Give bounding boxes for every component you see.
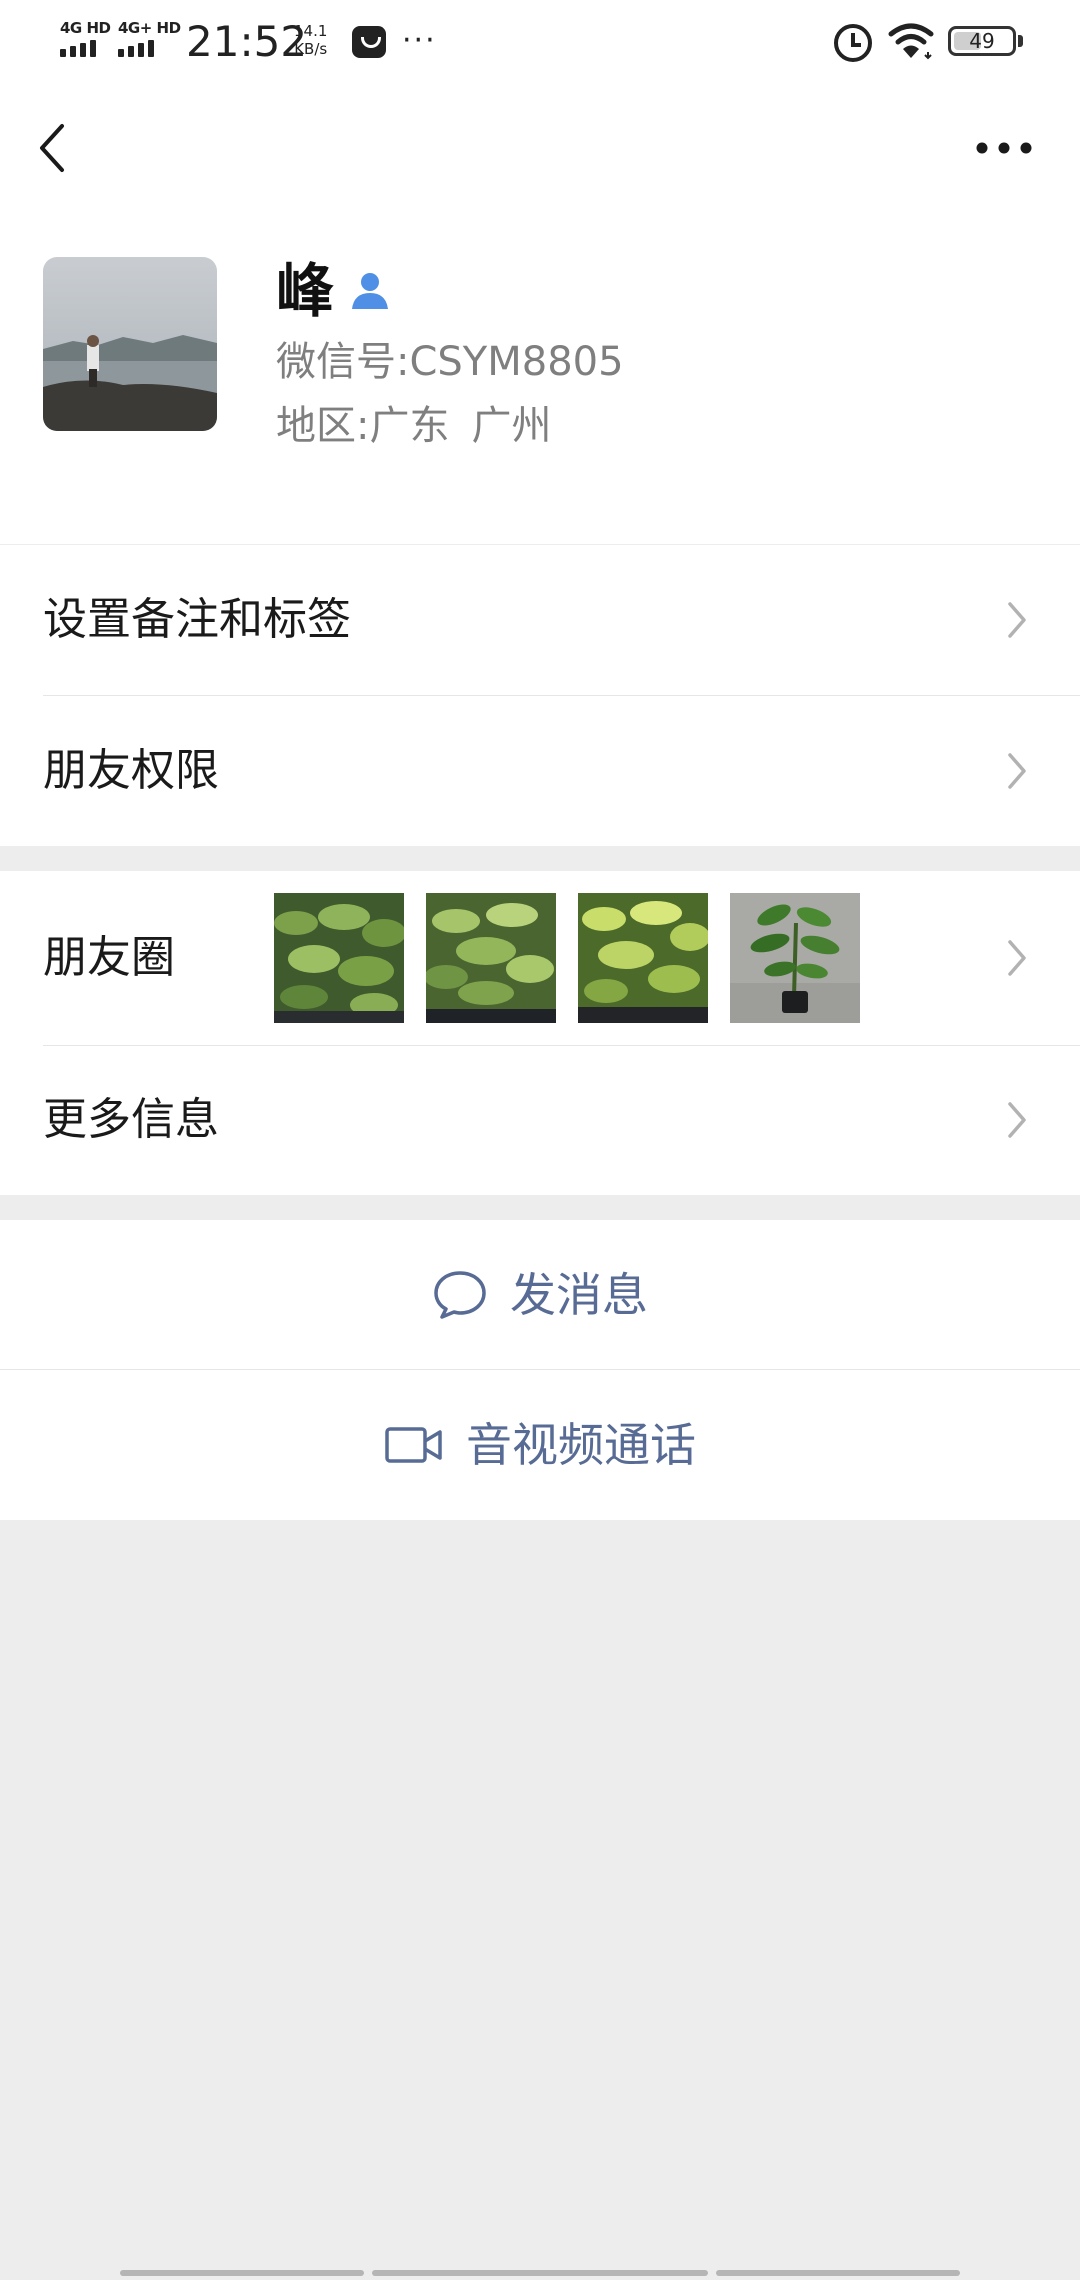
more-notifications-icon: ··· — [402, 23, 437, 58]
battery-percentage: 49 — [969, 29, 995, 53]
region-label: 地区: — [276, 403, 370, 449]
more-info-cell[interactable]: 更多信息 — [0, 1046, 1080, 1195]
remark-tags-label: 设置备注和标签 — [43, 594, 351, 645]
shopping-bag-notification-icon — [352, 26, 386, 58]
alarm-clock-icon — [834, 24, 872, 62]
send-message-button[interactable]: 发消息 — [0, 1220, 1080, 1369]
moment-photo — [274, 893, 404, 1023]
gesture-bar[interactable] — [716, 2270, 960, 2276]
contact-name: 峰 — [276, 257, 335, 325]
actions-section: 发消息 音视频通话 — [0, 1220, 1080, 1520]
chevron-right-icon — [1008, 753, 1026, 789]
more-info-label: 更多信息 — [43, 1094, 219, 1145]
chevron-right-icon — [1008, 1102, 1026, 1138]
moment-photo — [578, 893, 708, 1023]
speed-value: 14.1 — [294, 22, 328, 40]
moment-photo — [426, 893, 556, 1023]
send-message-label: 发消息 — [510, 1267, 648, 1322]
friend-permissions-cell[interactable]: 朋友权限 — [0, 696, 1080, 846]
back-icon[interactable] — [34, 120, 74, 176]
battery-tip — [1018, 35, 1023, 47]
settings-section: 设置备注和标签 朋友权限 — [0, 545, 1080, 846]
status-bar: 4G HD 4G+ HD 21:52 14.1 KB/s ··· 49 — [0, 0, 1080, 84]
wifi-icon — [888, 23, 934, 60]
moments-thumbnails — [274, 893, 860, 1023]
moments-cell[interactable]: 朋友圈 — [0, 871, 1080, 1045]
region-city: 广州 — [471, 403, 552, 449]
speed-unit: KB/s — [294, 40, 328, 58]
battery-indicator: 49 — [948, 26, 1016, 56]
gesture-bar[interactable] — [120, 2270, 364, 2276]
person-icon — [352, 273, 389, 309]
more-options-icon[interactable] — [974, 140, 1034, 156]
video-call-button[interactable]: 音视频通话 — [0, 1370, 1080, 1520]
sim1-signal-icon: 4G HD — [60, 19, 111, 57]
friend-permissions-label: 朋友权限 — [43, 745, 219, 796]
name-row: 峰 — [276, 256, 392, 326]
moments-section: 朋友圈 更多信息 — [0, 871, 1080, 1195]
region-province: 广东 — [369, 403, 450, 449]
profile-header: 峰 微信号: CSYM8805 地区: 广东 广州 — [0, 212, 1080, 544]
clock: 21:52 — [186, 17, 308, 66]
video-camera-icon — [385, 1427, 442, 1463]
avatar[interactable] — [43, 257, 217, 431]
wechat-id-label: 微信号: — [276, 339, 410, 385]
chevron-right-icon — [1008, 940, 1026, 976]
gesture-bar[interactable] — [372, 2270, 708, 2276]
chat-bubble-icon — [434, 1270, 486, 1319]
sim1-label: 4G HD — [60, 19, 111, 37]
moments-label: 朋友圈 — [43, 932, 175, 983]
nav-bar — [0, 84, 1080, 212]
moment-photo — [730, 893, 860, 1023]
wechat-id-value: CSYM8805 — [409, 339, 624, 385]
sim2-signal-icon: 4G+ HD — [118, 20, 181, 57]
remark-tags-cell[interactable]: 设置备注和标签 — [0, 545, 1080, 695]
wechat-id-row: 微信号: CSYM8805 — [276, 336, 624, 388]
chevron-right-icon — [1008, 602, 1026, 638]
region-row: 地区: 广东 广州 — [276, 400, 551, 452]
sim2-label: 4G+ HD — [118, 19, 181, 37]
video-call-label: 音视频通话 — [466, 1418, 696, 1472]
network-speed: 14.1 KB/s — [294, 22, 327, 58]
